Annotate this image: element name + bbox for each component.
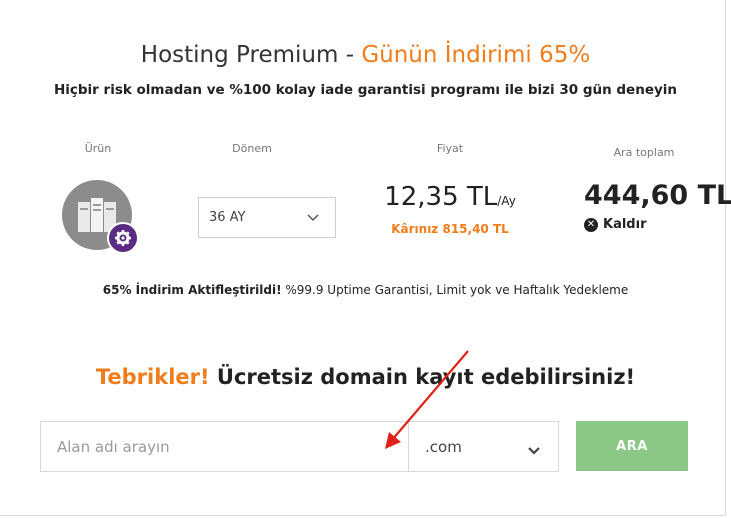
promo-text: 65% İndirim Aktifleştirildi! %99.9 Uptim…: [0, 283, 731, 297]
chevron-down-icon: [307, 211, 319, 226]
period-value: 36 AY: [209, 210, 246, 225]
column-header-product: Ürün: [84, 142, 112, 155]
price-value: 12,35 TL: [384, 182, 498, 212]
chevron-down-icon: [528, 441, 540, 459]
column-header-period: Dönem: [232, 142, 272, 155]
period-select[interactable]: 36 AY: [198, 197, 336, 238]
domain-heading-rest: Ücretsiz domain kayıt edebilirsiniz!: [209, 365, 636, 389]
search-button[interactable]: ARA: [576, 421, 688, 471]
title-discount: Günün İndirimi 65%: [361, 42, 591, 68]
title-main: Hosting Premium -: [140, 42, 362, 68]
savings-text: Kârınız 815,40 TL: [391, 222, 509, 236]
column-header-subtotal: Ara toplam: [613, 146, 675, 159]
close-icon: ✕: [584, 218, 598, 232]
price-period: /Ay: [497, 194, 516, 208]
column-header-price: Fiyat: [436, 142, 464, 155]
page-subtitle: Hiçbir risk olmadan ve %100 kolay iade g…: [53, 82, 678, 98]
gear-icon[interactable]: [107, 222, 139, 254]
page-title: Hosting Premium - Günün İndirimi 65%: [0, 42, 731, 68]
monthly-price: 12,35 TL/Ay: [380, 182, 520, 212]
domain-heading-accent: Tebrikler!: [95, 365, 210, 389]
tld-select[interactable]: .com: [408, 421, 559, 472]
promo-rest: %99.9 Uptime Garantisi, Limit yok ve Haf…: [281, 283, 629, 297]
subtotal-value: 444,60 TL: [584, 180, 731, 211]
domain-heading: Tebrikler! Ücretsiz domain kayıt edebili…: [0, 365, 731, 389]
tld-value: .com: [425, 438, 462, 456]
remove-label: Kaldır: [603, 217, 647, 232]
remove-button[interactable]: ✕ Kaldır: [584, 217, 646, 232]
promo-bold: 65% İndirim Aktifleştirildi!: [102, 283, 282, 297]
domain-search-input[interactable]: [40, 421, 409, 472]
